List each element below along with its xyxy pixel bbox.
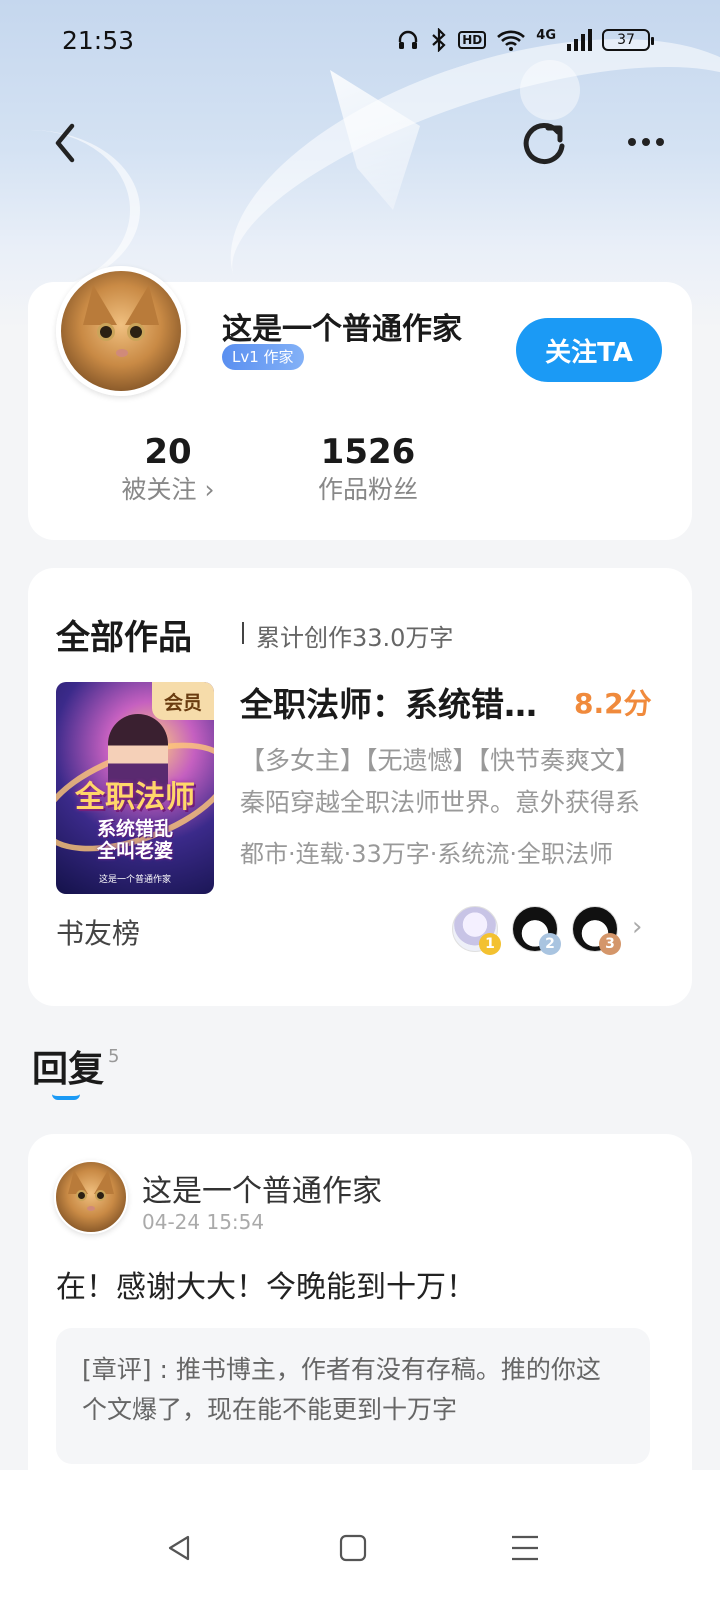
cover-title: 全职法师 — [75, 780, 195, 815]
level-badge: Lv1 作家 — [222, 344, 304, 370]
signal-icon — [567, 29, 592, 51]
author-name: 这是一个普通作家 — [222, 312, 462, 347]
reply-text: 在！感谢大大！今晚能到十万！ — [56, 1270, 476, 1305]
nav-menu-icon[interactable] — [510, 1533, 540, 1563]
refresh-icon[interactable] — [518, 118, 570, 170]
quoted-comment[interactable]: [章评] : 推书博主，作者有没有存稿。推的你这个文爆了，现在能不能更到十万字 — [56, 1328, 650, 1464]
fans-count: 1526 — [320, 432, 416, 472]
works-total: 累计创作33.0万字 — [256, 624, 454, 652]
reply-item: 这是一个普通作家 04-24 15:54 在！感谢大大！今晚能到十万！ [章评]… — [28, 1134, 692, 1494]
reply-author[interactable]: 这是一个普通作家 — [142, 1166, 382, 1210]
reply-avatar[interactable] — [54, 1160, 128, 1234]
headphones-icon — [399, 30, 418, 49]
works-title: 全部作品 — [56, 618, 192, 658]
followers-label: 被关注 › — [121, 475, 215, 504]
divider — [242, 622, 244, 644]
battery-level: 37 — [617, 32, 635, 48]
author-avatar[interactable] — [56, 266, 186, 396]
vip-tag: 会员 — [152, 682, 214, 720]
works-card: 全部作品 累计创作33.0万字 全职法师 系统错乱 全叫老婆 这是一个普通作家 … — [28, 568, 692, 1006]
book-title[interactable]: 全职法师：系统错乱全叫老婆 — [240, 678, 560, 726]
rank-num-1: 1 — [479, 933, 501, 955]
reply-time: 04-24 15:54 — [142, 1210, 265, 1234]
followers-stat[interactable]: 20 被关注 › — [98, 432, 238, 508]
book-description: 【多女主】【无遗憾】【快节奏爽文】秦陌穿越全职法师世界。意外获得系统 — [240, 746, 641, 817]
rank-avatar-3: 3 — [572, 906, 621, 955]
cover-subtitle: 系统错乱 全叫老婆 — [96, 818, 173, 862]
book-tags: 都市·连载·33万字·系统流·全职法师 — [240, 840, 614, 868]
status-bar: 21:53 HD 4G 37 — [0, 0, 720, 80]
reply-count: 5 — [108, 1046, 120, 1067]
nav-home-icon[interactable] — [338, 1533, 368, 1563]
battery-icon: 37 — [602, 29, 654, 51]
top-nav — [0, 110, 720, 180]
followers-count: 20 — [144, 432, 192, 472]
fans-label: 作品粉丝 — [317, 475, 418, 504]
fans-rank-label[interactable]: 书友榜 — [56, 912, 140, 952]
rank-avatar-1: 1 — [452, 906, 501, 955]
status-icons: HD 4G 37 — [396, 28, 654, 52]
wifi-icon — [497, 30, 526, 51]
chevron-right-icon[interactable]: › — [632, 912, 642, 942]
cover-author: 这是一个普通作家 — [98, 875, 171, 885]
tab-reply[interactable]: 回复 — [32, 1040, 104, 1092]
tab-indicator — [52, 1094, 80, 1100]
status-time: 21:53 — [62, 25, 135, 55]
profile-card: 这是一个普通作家 Lv1 作家 关注TA 20 被关注 › 1526 作品粉丝 — [28, 266, 692, 540]
hd-badge: HD — [458, 31, 487, 49]
fans-stat: 1526 作品粉丝 — [308, 432, 428, 508]
rank-num-2: 2 — [539, 933, 561, 955]
more-icon[interactable] — [622, 122, 670, 162]
book-cover[interactable]: 全职法师 系统错乱 全叫老婆 这是一个普通作家 会员 — [56, 682, 214, 894]
book-score: 8.2分 — [574, 687, 652, 720]
fans-rank-avatars[interactable]: 1 2 3 — [452, 904, 621, 955]
bluetooth-icon — [432, 28, 446, 52]
rank-num-3: 3 — [599, 933, 621, 955]
rank-avatar-2: 2 — [512, 906, 561, 955]
follow-button[interactable]: 关注TA — [516, 318, 662, 382]
network-type: 4G — [536, 28, 556, 43]
nav-back-icon[interactable] — [164, 1533, 194, 1563]
back-icon[interactable] — [46, 118, 86, 168]
